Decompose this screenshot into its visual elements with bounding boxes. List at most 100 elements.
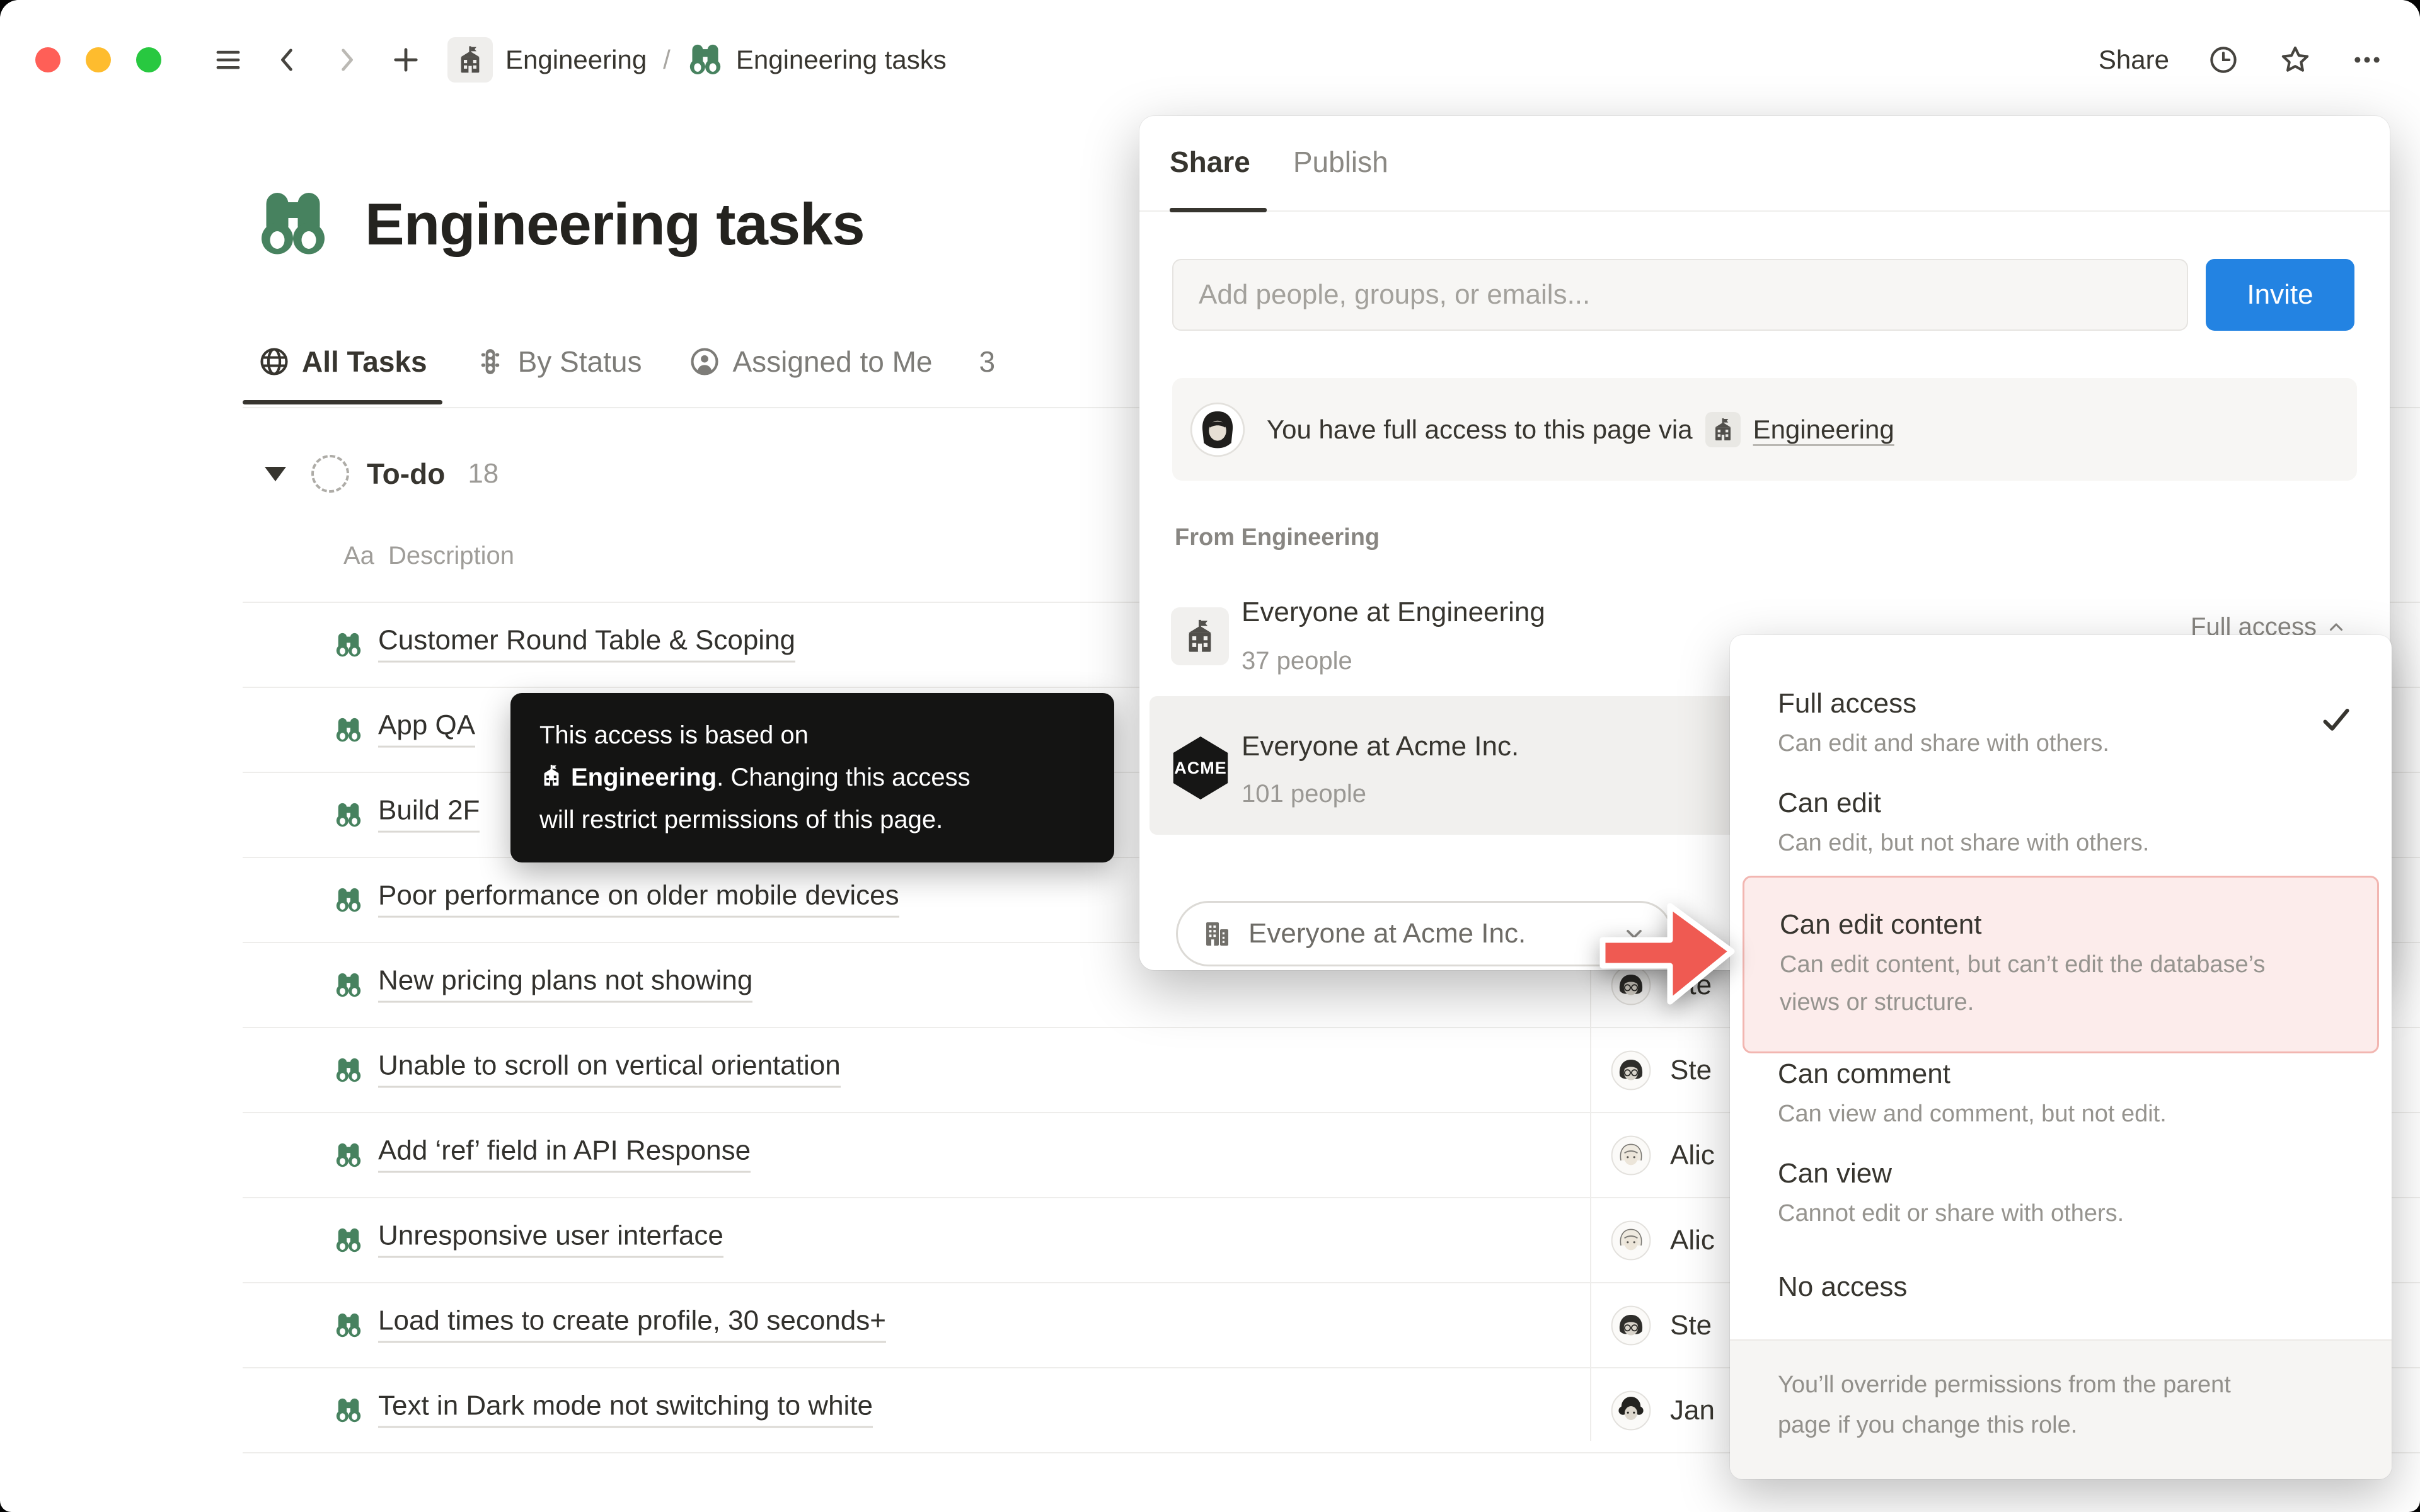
breadcrumb-item-engineering-tasks[interactable]: Engineering tasks — [687, 42, 947, 78]
role-option-title: No access — [1778, 1268, 2344, 1307]
task-title-link[interactable]: Customer Round Table & Scoping — [378, 624, 795, 662]
binoculars-icon — [334, 1226, 363, 1255]
task-title-link[interactable]: Load times to create profile, 30 seconds… — [378, 1305, 886, 1343]
role-menu-footer-text: You’ll override permissions from the par… — [1778, 1365, 2269, 1445]
role-option-title: Can comment — [1778, 1055, 2344, 1094]
more-options-icon[interactable] — [2349, 42, 2385, 77]
task-title-link[interactable]: Add ‘ref’ field in API Response — [378, 1135, 751, 1172]
topbar-actions: Share — [2099, 42, 2385, 77]
role-menu-option[interactable]: Can view Cannot edit or share with other… — [1743, 1143, 2379, 1232]
member-count: 101 people — [1242, 779, 1366, 809]
avatar — [1611, 1050, 1651, 1091]
binoculars-icon — [334, 1056, 363, 1085]
assignee-cell[interactable]: Ste — [1611, 1305, 1712, 1346]
role-option-description: Can edit and share with others. — [1778, 724, 2344, 762]
role-menu-option[interactable]: Can edit Can edit, but not share with ot… — [1743, 772, 2379, 862]
dialog-divider — [1139, 210, 2390, 212]
favorite-star-icon[interactable] — [2278, 42, 2313, 77]
binoculars-icon — [255, 186, 331, 262]
access-banner-text: You have full access to this page via En… — [1267, 412, 1894, 447]
binoculars-icon — [334, 1311, 363, 1340]
role-option-title: Can edit content — [1780, 905, 2342, 944]
topbar: Engineering / Engineering tasks Share — [0, 0, 2420, 120]
assignee-cell[interactable]: Ste — [1611, 1050, 1712, 1091]
role-menu-option[interactable]: Full access Can edit and share with othe… — [1743, 673, 2379, 762]
active-tab-underline — [1170, 208, 1267, 212]
role-option-title: Full access — [1778, 684, 2344, 723]
tab-share[interactable]: Share — [1170, 145, 1250, 179]
view-tab-icon — [474, 345, 507, 378]
new-page-icon[interactable] — [388, 42, 424, 77]
close-window-button[interactable] — [35, 47, 60, 72]
binoculars-icon — [334, 971, 363, 1000]
app-window: Engineering / Engineering tasks Share En… — [0, 0, 2420, 1512]
minimize-window-button[interactable] — [86, 47, 111, 72]
sidebar-menu-icon[interactable] — [210, 42, 246, 77]
scope-selector-label: Everyone at Acme Inc. — [1248, 918, 1605, 949]
section-label: From Engineering — [1175, 524, 1380, 551]
task-title-link[interactable]: App QA — [378, 709, 475, 747]
view-tab[interactable]: Assigned to Me — [688, 345, 932, 379]
todo-status-icon — [311, 455, 349, 493]
binoculars-icon — [334, 1396, 363, 1425]
task-title-link[interactable]: Poor performance on older mobile devices — [378, 879, 899, 917]
breadcrumb-item-engineering[interactable]: Engineering — [447, 37, 647, 83]
view-tabs: All Tasks By Status Assigned to Me — [258, 341, 995, 382]
avatar — [1611, 1305, 1651, 1346]
access-banner-message: You have full access to this page via — [1267, 415, 1693, 445]
engineering-link[interactable]: Engineering — [1753, 415, 1894, 445]
assignee-name: Jan — [1670, 1395, 1715, 1426]
member-name[interactable]: Everyone at Acme Inc. — [1242, 729, 1519, 764]
back-icon[interactable] — [270, 42, 305, 77]
forward-icon[interactable] — [329, 42, 364, 77]
check-icon — [2319, 702, 2354, 737]
view-tab-label: Assigned to Me — [732, 345, 932, 379]
view-tab[interactable]: All Tasks — [258, 345, 427, 379]
zoom-window-button[interactable] — [136, 47, 161, 72]
task-title-link[interactable]: Text in Dark mode not switching to white — [378, 1390, 873, 1428]
group-count: 18 — [468, 458, 498, 490]
breadcrumb-separator: / — [663, 45, 671, 75]
assignee-cell[interactable]: Alic — [1611, 1220, 1715, 1261]
view-tab-label: By Status — [518, 345, 642, 379]
binoculars-icon — [334, 716, 363, 745]
collapse-toggle-icon[interactable] — [265, 467, 286, 481]
column-header[interactable]: Aa Description — [343, 542, 514, 570]
tab-publish[interactable]: Publish — [1293, 145, 1388, 179]
role-menu-option[interactable]: No access — [1743, 1256, 2379, 1307]
view-tab-icon — [258, 345, 291, 378]
task-title-link[interactable]: Unable to scroll on vertical orientation — [378, 1050, 841, 1087]
school-building-icon — [1705, 412, 1741, 447]
task-title-link[interactable]: New pricing plans not showing — [378, 965, 752, 1002]
history-clock-icon[interactable] — [2206, 42, 2241, 77]
group-name[interactable]: To-do — [367, 457, 445, 491]
role-menu-option[interactable]: Can edit content Can edit content, but c… — [1743, 876, 2379, 1053]
view-tab-label: All Tasks — [302, 345, 427, 379]
access-tooltip: This access is based on Engineering. Cha… — [510, 693, 1114, 862]
view-tab-label: 3 — [979, 345, 996, 379]
tooltip-org-name: Engineering — [571, 764, 717, 791]
school-building-icon — [1171, 607, 1229, 665]
task-title-link[interactable]: Build 2F — [378, 794, 480, 832]
view-tab[interactable]: 3 — [979, 345, 996, 379]
view-tab-icon — [688, 345, 721, 378]
tooltip-line-2: Engineering. Changing this access — [539, 757, 1085, 799]
invite-input[interactable] — [1172, 259, 2188, 331]
assignee-cell[interactable]: Alic — [1611, 1135, 1715, 1176]
share-button[interactable]: Share — [2099, 45, 2169, 75]
invite-button[interactable]: Invite — [2206, 259, 2354, 331]
group-header: To-do 18 — [265, 455, 498, 493]
view-tab[interactable]: By Status — [474, 345, 642, 379]
role-option-title: Can view — [1778, 1154, 2344, 1193]
share-dialog-tabs: Share Publish — [1170, 140, 1388, 184]
task-title-link[interactable]: Unresponsive user interface — [378, 1220, 723, 1257]
assignee-cell[interactable]: Jan — [1611, 1390, 1715, 1431]
member-name[interactable]: Everyone at Engineering — [1242, 595, 1545, 630]
tooltip-line-3: will restrict permissions of this page. — [539, 799, 1085, 841]
school-building-icon — [539, 759, 563, 782]
role-menu-option[interactable]: Can comment Can view and comment, but no… — [1743, 1043, 2379, 1133]
office-building-icon — [1202, 919, 1232, 949]
member-count: 37 people — [1242, 646, 1352, 676]
avatar — [1611, 1220, 1651, 1261]
binoculars-icon — [334, 886, 363, 915]
